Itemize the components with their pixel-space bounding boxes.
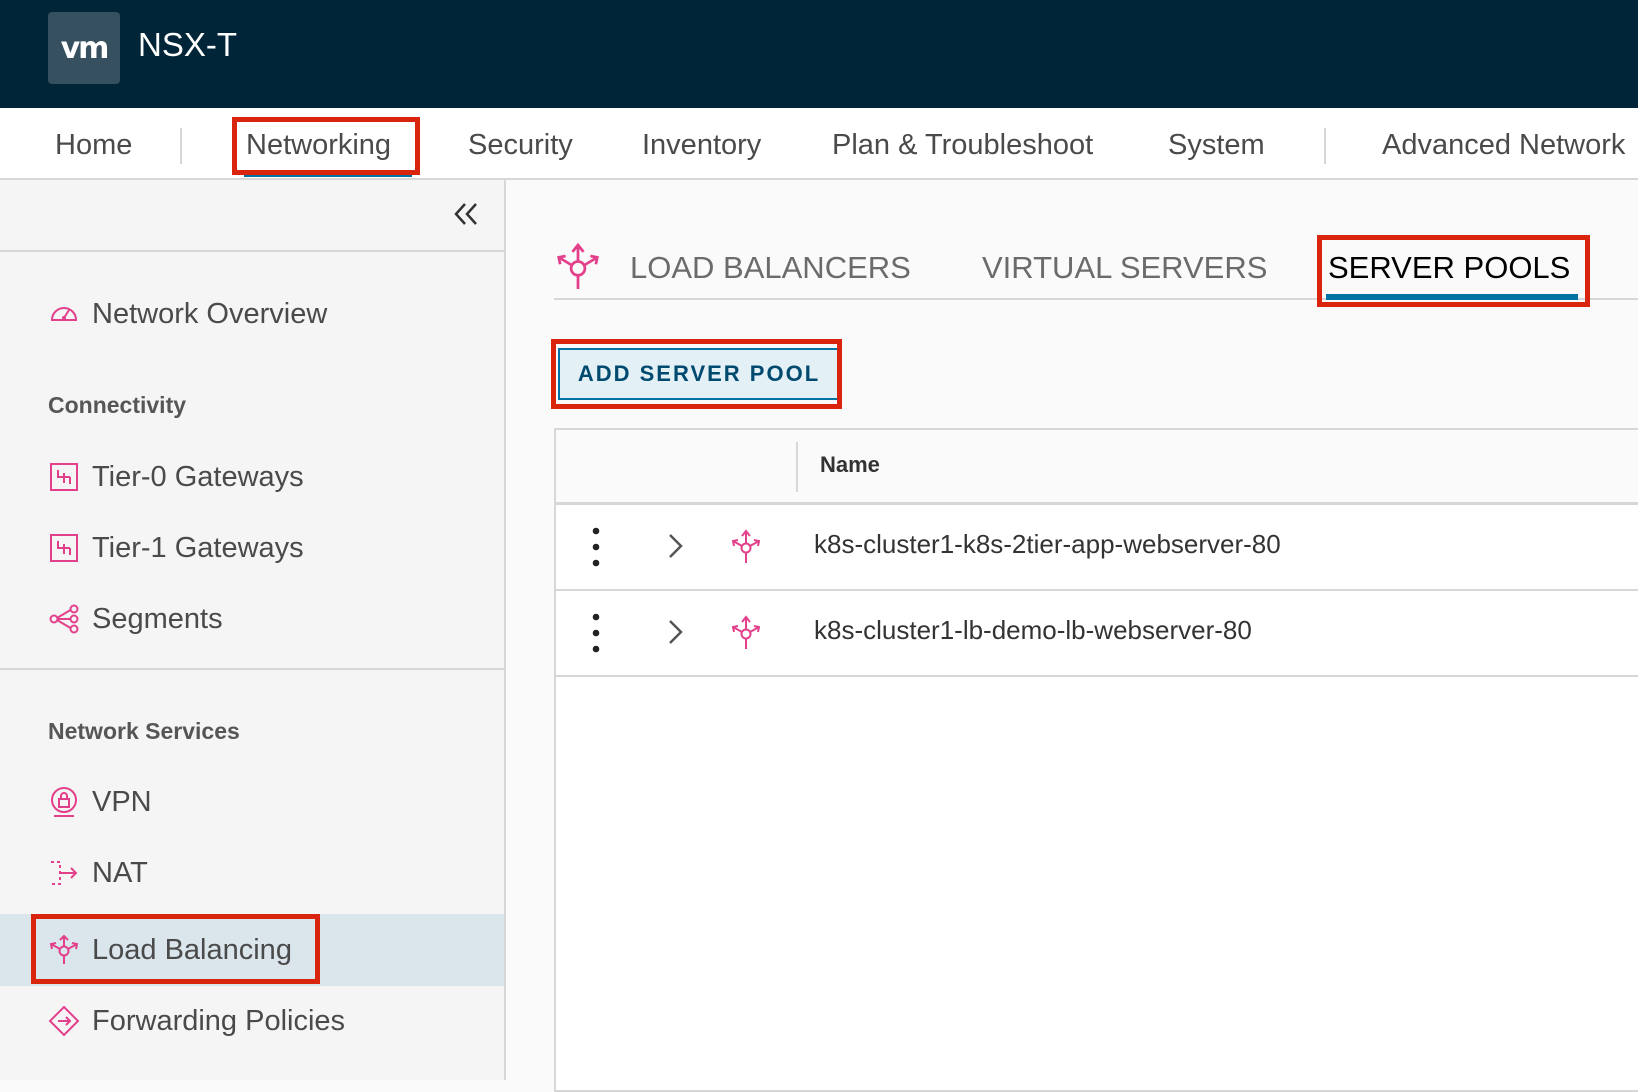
nav-inventory[interactable]: Inventory	[642, 129, 761, 162]
sidebar-item-label: Tier-0 Gateways	[92, 460, 304, 493]
row-actions-icon[interactable]	[592, 611, 600, 655]
load-balancer-icon	[557, 242, 599, 289]
nav-advanced-networking[interactable]: Advanced Network	[1382, 129, 1625, 162]
vmware-logo[interactable]: vm	[48, 12, 120, 84]
sidebar-item-label: Tier-1 Gateways	[92, 531, 304, 564]
sidebar-item-label: Forwarding Policies	[92, 1004, 346, 1037]
vpn-lock-icon	[51, 787, 77, 817]
sidebar-item-label: VPN	[92, 785, 152, 818]
load-balancer-icon	[731, 615, 761, 649]
sidebar-item-forwarding-policies[interactable]: Forwarding Policies	[48, 1001, 345, 1041]
tab-load-balancers[interactable]: LOAD BALANCERS	[630, 250, 911, 286]
forwarding-icon	[48, 1005, 80, 1037]
table-row[interactable]: k8s-cluster1-lb-demo-lb-webserver-80	[556, 591, 1638, 677]
nav-system[interactable]: System	[1168, 129, 1265, 162]
column-header-name[interactable]: Name	[820, 452, 880, 478]
app-title: NSX-T	[138, 26, 237, 63]
vmware-logo-text: vm	[60, 30, 110, 66]
sidebar-item-tier1-gateways[interactable]: Tier-1 Gateways	[48, 528, 304, 568]
sidebar-item-vpn[interactable]: VPN	[48, 782, 152, 822]
expand-row-chevron-icon[interactable]	[666, 531, 686, 561]
server-pool-name[interactable]: k8s-cluster1-lb-demo-lb-webserver-80	[814, 615, 1252, 646]
nat-icon	[51, 861, 78, 885]
table-row[interactable]: k8s-cluster1-k8s-2tier-app-webserver-80	[556, 505, 1638, 591]
server-pools-grid: Name k8s-cluster1-k8s-2tier-app-webserve…	[554, 428, 1638, 1092]
sidebar-divider	[0, 250, 504, 252]
load-balancer-tabs-icon	[556, 242, 600, 297]
nav-separator	[1324, 128, 1326, 164]
section-heading-connectivity: Connectivity	[48, 392, 187, 418]
dashboard-icon	[50, 307, 78, 321]
sidebar-item-nat[interactable]: NAT	[48, 853, 148, 893]
sidebar-divider	[0, 668, 504, 670]
highlight-networking	[232, 117, 420, 175]
row-actions-icon[interactable]	[592, 525, 600, 569]
grid-header: Name	[556, 430, 1638, 505]
nav-security[interactable]: Security	[468, 129, 573, 162]
sidebar-item-tier0-gateways[interactable]: Tier-0 Gateways	[48, 457, 304, 497]
sidebar-item-label: Segments	[92, 602, 223, 635]
main-content: LOAD BALANCERS VIRTUAL SERVERS SERVER PO…	[506, 180, 1638, 1092]
app-header: vm NSX-T	[0, 0, 1638, 108]
sidebar-item-segments[interactable]: Segments	[48, 599, 223, 639]
tab-virtual-servers[interactable]: VIRTUAL SERVERS	[982, 250, 1267, 286]
segments-icon	[49, 604, 79, 634]
sidebar-item-label: NAT	[92, 856, 148, 889]
gateway-icon	[50, 463, 78, 491]
server-pool-name[interactable]: k8s-cluster1-k8s-2tier-app-webserver-80	[814, 529, 1281, 560]
expand-row-chevron-icon[interactable]	[666, 617, 686, 647]
column-separator[interactable]	[796, 442, 798, 492]
sidebar-item-label: Network Overview	[92, 297, 328, 330]
collapse-sidebar-button[interactable]	[452, 200, 480, 236]
sidebar-item-network-overview[interactable]: Network Overview	[48, 294, 327, 334]
highlight-add-server-pool	[551, 339, 842, 409]
nav-plan-troubleshoot[interactable]: Plan & Troubleshoot	[832, 129, 1093, 162]
load-balancer-icon	[731, 529, 761, 563]
section-heading-network-services: Network Services	[48, 718, 240, 744]
double-chevron-left-icon	[454, 203, 477, 225]
highlight-load-balancing	[31, 914, 320, 984]
highlight-server-pools-tab	[1317, 235, 1590, 307]
gateway-icon	[50, 534, 78, 562]
nav-separator	[180, 128, 182, 164]
nav-home[interactable]: Home	[55, 129, 132, 162]
